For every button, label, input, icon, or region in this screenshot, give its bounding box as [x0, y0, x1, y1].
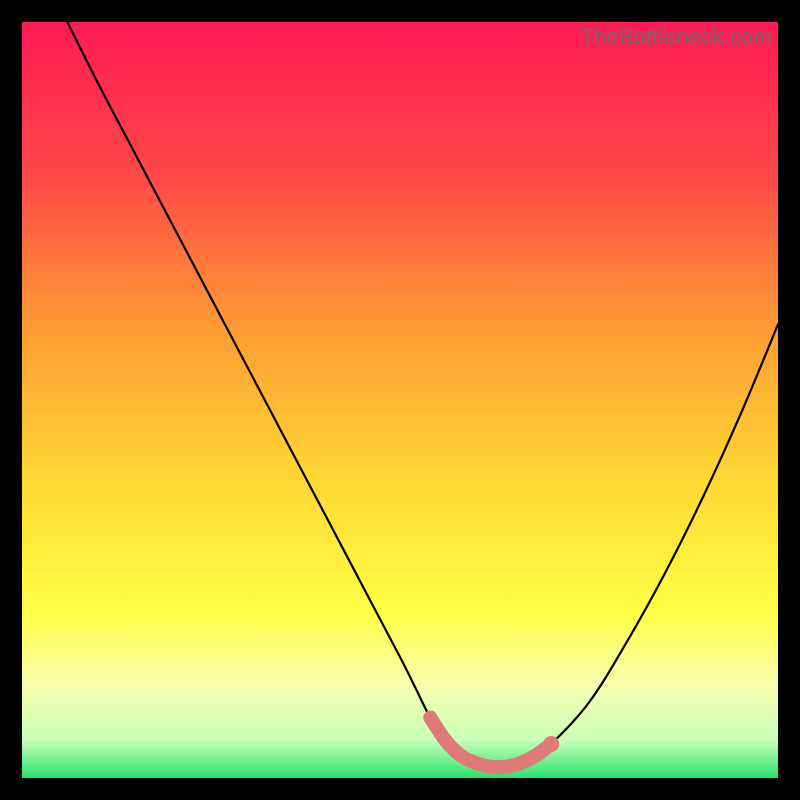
watermark-text: TheBottleneck.com	[580, 24, 772, 50]
gradient-background	[22, 22, 778, 778]
chart-frame: TheBottleneck.com	[22, 22, 778, 778]
bottleneck-chart	[22, 22, 778, 778]
plateau-end-marker	[543, 736, 559, 752]
